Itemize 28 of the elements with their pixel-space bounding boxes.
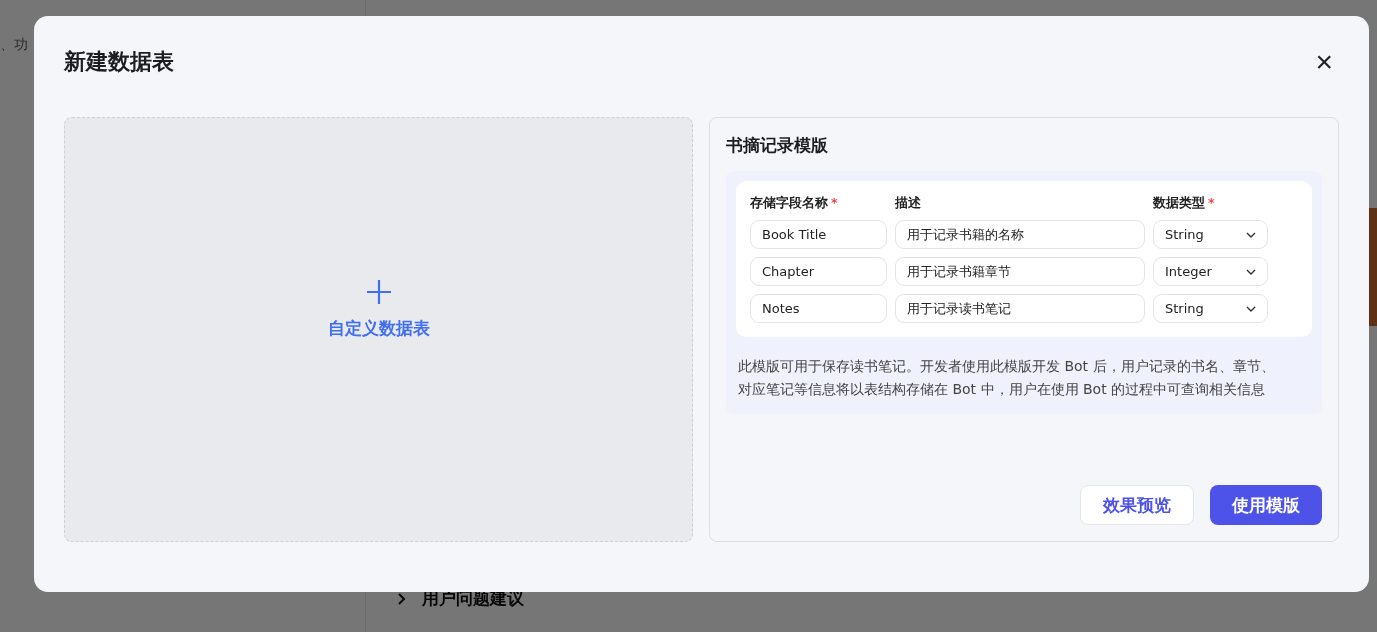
- template-description: 此模版可用于保存读书笔记。开发者使用此模版开发 Bot 后，用户记录的书名、章节、对应笔记等信息将以表结构存储在 Bot 中，用户在使用 Bot 的过程中可查询相关信息: [738, 357, 1276, 399]
- type-dropdown[interactable]: String: [1153, 220, 1268, 249]
- column-header: 存储字段名称 *: [750, 195, 839, 212]
- column-header: 数据类型 *: [1153, 195, 1216, 212]
- chevron-down-icon: [1246, 268, 1256, 275]
- preview-button[interactable]: 效果预览: [1080, 485, 1194, 525]
- description-input[interactable]: 用于记录书籍章节: [895, 257, 1145, 286]
- type-dropdown[interactable]: Integer: [1153, 257, 1268, 286]
- background-text: 、功: [0, 36, 28, 54]
- custom-table-card[interactable]: 自定义数据表: [64, 117, 693, 542]
- description-input[interactable]: 用于记录读书笔记: [895, 294, 1145, 323]
- required-mark: *: [831, 195, 838, 210]
- field-name-input[interactable]: Chapter: [750, 257, 887, 286]
- required-mark: *: [1208, 195, 1215, 210]
- chevron-icon[interactable]: [398, 592, 406, 605]
- field-name-input[interactable]: Book Title: [750, 220, 887, 249]
- template-title: 书摘记录模版: [726, 134, 829, 157]
- field-name-input[interactable]: Notes: [750, 294, 887, 323]
- dialog-title: 新建数据表: [64, 48, 174, 76]
- type-dropdown[interactable]: String: [1153, 294, 1268, 323]
- use-template-button[interactable]: 使用模版: [1210, 485, 1322, 525]
- close-button[interactable]: ×: [1309, 47, 1339, 77]
- chevron-down-icon: [1246, 305, 1256, 312]
- chevron-down-icon: [1246, 231, 1256, 238]
- custom-table-label: 自定义数据表: [327, 317, 430, 340]
- plus-icon: [365, 279, 392, 305]
- column-header: 描述: [895, 195, 922, 212]
- description-input[interactable]: 用于记录书籍的名称: [895, 220, 1145, 249]
